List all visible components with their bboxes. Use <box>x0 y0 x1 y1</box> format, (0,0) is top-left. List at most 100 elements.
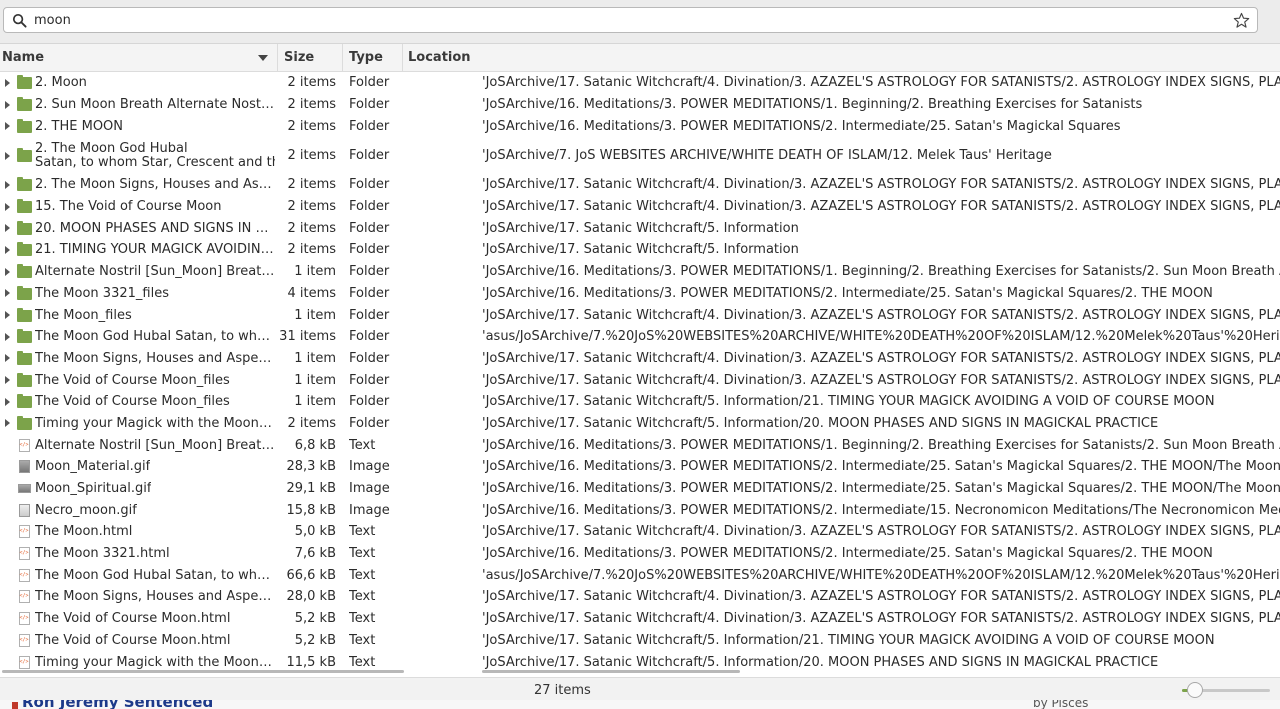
search-input[interactable] <box>34 11 1214 29</box>
file-location: 'JoSArchive/17. Satanic Witchcraft/4. Di… <box>482 307 1280 323</box>
file-name: The Moon 3321_files <box>35 283 275 305</box>
expand-arrow-icon[interactable] <box>3 326 11 348</box>
html-file-icon <box>16 630 32 652</box>
expand-arrow-icon[interactable] <box>3 174 11 196</box>
table-row[interactable]: The Moon.html 5,0 kB Text 'JoSArchive/17. S… <box>0 521 1280 543</box>
file-type: Text <box>349 524 376 540</box>
table-row[interactable]: The Moon God Hubal Satan, to whom… 31 ite… <box>0 326 1280 348</box>
file-location: 'JoSArchive/17. Satanic Witchcraft/4. Di… <box>482 350 1280 366</box>
table-row[interactable]: 2. Moon 2 items Folder 'JoSArchive/17. Sata… <box>0 72 1280 94</box>
file-size: 28,0 kB <box>286 589 336 605</box>
table-row[interactable]: Moon_Spiritual.gif 29,1 kB Image 'JoSArchiv… <box>0 478 1280 500</box>
table-row[interactable]: 20. MOON PHASES AND SIGNS IN M… 2 items Fo… <box>0 217 1280 239</box>
table-row[interactable]: The Void of Course Moon_files 1 item Folde… <box>0 391 1280 413</box>
table-row[interactable]: 15. The Void of Course Moon 2 items Folder… <box>0 196 1280 218</box>
table-row[interactable]: The Moon Signs, Houses and Aspects… 1 ite… <box>0 348 1280 370</box>
file-size: 29,1 kB <box>286 481 336 497</box>
expand-arrow-icon[interactable] <box>3 137 11 174</box>
file-name: Timing your Magick with the Moon_fi… <box>35 413 275 435</box>
background-headline: Ron Jeremy Sentenced <box>22 700 214 709</box>
table-row[interactable]: The Moon God Hubal Satan, to whom… 66,6 k… <box>0 564 1280 586</box>
bookmark-star-icon[interactable] <box>1233 12 1250 29</box>
table-row[interactable]: Necro_moon.gif 15,8 kB Image 'JoSArchive/16… <box>0 499 1280 521</box>
file-type: Text <box>349 437 376 453</box>
table-row[interactable]: The Moon_files 1 item Folder 'JoSArchive/17… <box>0 304 1280 326</box>
table-row[interactable]: 2. The Moon Signs, Houses and Aspects 2 i… <box>0 174 1280 196</box>
table-row[interactable]: 2. The Moon God Hubal Satan, to whom Star… <box>0 137 1280 174</box>
column-header: Name Size Type Location <box>0 44 1280 72</box>
column-header-location[interactable]: Location <box>403 44 1280 71</box>
expand-arrow-icon[interactable] <box>3 283 11 305</box>
file-name: 2. The Moon God Hubal Satan, to whom Star… <box>35 137 275 174</box>
table-row[interactable]: 21. TIMING YOUR MAGICK AVOIDING… 2 items F… <box>0 239 1280 261</box>
table-row[interactable]: The Void of Course Moon.html 5,2 kB Text 'J… <box>0 630 1280 652</box>
table-row[interactable]: 2. Sun Moon Breath Alternate Nostril … 2 … <box>0 94 1280 116</box>
expand-arrow-icon[interactable] <box>3 261 11 283</box>
file-name: The Void of Course Moon_files <box>35 391 275 413</box>
file-list[interactable]: 2. Moon 2 items Folder 'JoSArchive/17. Sata… <box>0 72 1280 673</box>
file-size: 5,2 kB <box>294 611 336 627</box>
table-row[interactable]: The Moon Signs, Houses and Aspects.… 28,0… <box>0 586 1280 608</box>
file-name-line-2: Satan, to whom Star, Crescent and the… <box>35 155 275 170</box>
table-row[interactable]: Moon_Material.gif 28,3 kB Image 'JoSArchive… <box>0 456 1280 478</box>
horizontal-scrollbar-left[interactable] <box>2 670 404 673</box>
table-row[interactable]: The Moon 3321_files 4 items Folder 'JoSArch… <box>0 283 1280 305</box>
file-name: The Moon God Hubal Satan, to whom… <box>35 326 275 348</box>
file-size: 1 item <box>294 350 336 366</box>
folder-icon <box>16 94 32 116</box>
table-row[interactable]: The Void of Course Moon_files 1 item Folde… <box>0 369 1280 391</box>
horizontal-scrollbar-right[interactable] <box>482 670 740 673</box>
file-size: 2 items <box>287 220 336 236</box>
expand-arrow-icon[interactable] <box>3 196 11 218</box>
zoom-slider-handle[interactable] <box>1187 682 1203 698</box>
expand-arrow-icon[interactable] <box>3 94 11 116</box>
table-row[interactable]: Alternate Nostril [Sun_Moon] Breathi… 1 i… <box>0 261 1280 283</box>
file-name-text: Moon_Material.gif <box>35 459 151 475</box>
table-row[interactable]: 2. THE MOON 2 items Folder 'JoSArchive/16. … <box>0 115 1280 137</box>
expand-arrow-icon[interactable] <box>3 413 11 435</box>
file-location: 'JoSArchive/16. Meditations/3. POWER MED… <box>482 97 1143 113</box>
file-name-text: The Moon God Hubal Satan, to whom… <box>35 567 275 583</box>
expand-arrow-icon[interactable] <box>3 369 11 391</box>
file-location: 'JoSArchive/16. Meditations/3. POWER MED… <box>482 546 1213 562</box>
column-header-type[interactable]: Type <box>343 44 403 71</box>
file-size: 31 items <box>279 329 336 345</box>
table-row[interactable]: Alternate Nostril [Sun_Moon] Breathi… 6,8… <box>0 434 1280 456</box>
expand-arrow-icon[interactable] <box>3 304 11 326</box>
file-type: Folder <box>349 118 390 134</box>
expand-arrow-icon[interactable] <box>3 391 11 413</box>
file-name: The Moon.html <box>35 521 275 543</box>
item-count: 27 items <box>534 683 591 698</box>
expand-arrow-icon[interactable] <box>3 217 11 239</box>
file-location: 'JoSArchive/16. Meditations/3. POWER MED… <box>482 285 1213 301</box>
table-row[interactable]: The Moon 3321.html 7,6 kB Text 'JoSArchive/… <box>0 543 1280 565</box>
search-box[interactable] <box>3 7 1258 33</box>
expand-arrow-icon[interactable] <box>3 115 11 137</box>
file-name-text: 15. The Void of Course Moon <box>35 199 222 215</box>
column-header-size[interactable]: Size <box>278 44 343 71</box>
image-file-icon <box>16 499 32 521</box>
folder-icon <box>16 72 32 94</box>
expand-arrow-icon[interactable] <box>3 239 11 261</box>
file-size: 2 items <box>287 199 336 215</box>
column-header-name-label: Name <box>2 50 45 65</box>
file-size: 1 item <box>294 307 336 323</box>
folder-icon <box>16 391 32 413</box>
column-header-name[interactable]: Name <box>0 44 278 71</box>
table-row[interactable]: Timing your Magick with the Moon_fi… 2 it… <box>0 413 1280 435</box>
table-row[interactable]: The Void of Course Moon.html 5,2 kB Text 'J… <box>0 608 1280 630</box>
sort-descending-icon[interactable] <box>258 55 268 61</box>
file-size: 28,3 kB <box>286 459 336 475</box>
file-type: Folder <box>349 372 390 388</box>
file-type: Text <box>349 632 376 648</box>
expand-arrow-icon[interactable] <box>3 72 11 94</box>
column-header-location-label: Location <box>408 50 471 65</box>
file-location: 'asus/JoSArchive/7.%20JoS%20WEBSITES%20A… <box>482 329 1280 345</box>
expand-arrow-icon[interactable] <box>3 348 11 370</box>
file-size: 6,8 kB <box>294 437 336 453</box>
file-name-text: The Void of Course Moon_files <box>35 372 230 388</box>
folder-icon <box>16 304 32 326</box>
html-file-icon <box>16 543 32 565</box>
html-file-icon <box>16 564 32 586</box>
file-type: Folder <box>349 350 390 366</box>
